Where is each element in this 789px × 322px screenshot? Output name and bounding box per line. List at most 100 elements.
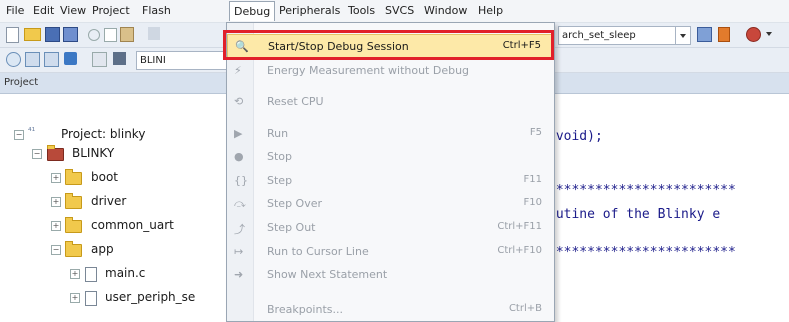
reset-cpu-icon: ⟲ — [234, 95, 244, 108]
expand-icon[interactable]: + — [51, 173, 61, 183]
menu-item-show-next-statement[interactable]: ➜ Show Next Statement — [227, 263, 554, 287]
tree-node-label: user_periph_se — [105, 290, 196, 304]
target-folder-icon — [47, 145, 64, 161]
chevron-down-icon[interactable] — [766, 32, 772, 36]
project-icon: ⁴¹ — [28, 127, 36, 137]
menu-tools[interactable]: Tools — [348, 4, 375, 17]
expand-icon[interactable]: + — [51, 197, 61, 207]
translate-icon[interactable] — [6, 52, 21, 67]
menu-item-label: Energy Measurement without Debug — [267, 64, 470, 77]
run-to-cursor-icon: ↦ — [234, 245, 244, 258]
menu-item-run-to-cursor-line[interactable]: ↦ Run to Cursor Line Ctrl+F10 — [227, 240, 554, 264]
step-out-icon: ⤴ — [234, 223, 245, 236]
batch-build-icon[interactable] — [92, 52, 107, 67]
collapse-icon[interactable]: − — [14, 130, 24, 140]
menu-item-step-over[interactable]: ⤼ Step Over F10 — [227, 192, 554, 216]
project-panel-header: Project — [0, 73, 230, 94]
project-panel-title: Project — [4, 77, 39, 88]
find-combo-dropdown[interactable] — [675, 26, 691, 45]
expand-icon[interactable]: + — [70, 269, 80, 279]
file-icon — [85, 291, 97, 306]
find-combo[interactable]: arch_set_sleep — [558, 26, 676, 45]
menu-item-label: Reset CPU — [267, 95, 324, 108]
tree-node-label: driver — [91, 194, 127, 208]
project-tree: − ⁴¹ Project: blinky − BLINKY + boot + d… — [0, 94, 230, 320]
rebuild-icon[interactable] — [44, 52, 59, 67]
menu-item-shortcut: F5 — [529, 127, 542, 138]
step-over-icon: ⤼ — [234, 197, 246, 210]
download-icon[interactable] — [64, 52, 77, 65]
menu-flash[interactable]: Flash — [142, 4, 171, 17]
menu-item-label: Run — [267, 127, 289, 140]
menu-window[interactable]: Window — [424, 4, 467, 17]
expand-icon[interactable]: + — [70, 293, 80, 303]
menu-item-step-out[interactable]: ⤴ Step Out Ctrl+F11 — [227, 216, 554, 240]
menu-item-label: Run to Cursor Line — [267, 245, 369, 258]
cut-icon[interactable] — [88, 29, 100, 41]
menu-view[interactable]: View — [60, 4, 86, 17]
code-line: putine of the Blinky e — [548, 207, 721, 222]
build-icon[interactable] — [25, 52, 40, 67]
menu-item-label: Step Over — [267, 197, 322, 210]
menu-item-shortcut: F11 — [523, 174, 542, 185]
highlight-callout — [223, 30, 554, 60]
collapse-icon[interactable]: − — [32, 149, 42, 159]
menu-project[interactable]: Project — [92, 4, 130, 17]
menu-item-label: Stop — [267, 150, 293, 163]
menu-item-breakpoints[interactable]: Breakpoints... Ctrl+B — [227, 298, 554, 322]
paste-icon[interactable] — [120, 27, 134, 42]
menu-svcs[interactable]: SVCS — [385, 4, 414, 17]
code-line: ************************ — [548, 183, 736, 198]
code-line: ************************ — [548, 245, 736, 260]
menu-item-shortcut: Ctrl+B — [508, 303, 542, 314]
code-line: (void); — [548, 129, 603, 144]
menu-debug[interactable]: Debug — [229, 1, 276, 21]
menu-file[interactable]: File — [6, 4, 24, 17]
tree-node-label: app — [91, 242, 114, 256]
next-statement-icon: ➜ — [234, 268, 244, 281]
target-options-icon[interactable] — [113, 52, 126, 65]
incremental-find-icon[interactable] — [718, 27, 730, 42]
tree-node-label: BLINKY — [72, 146, 115, 160]
file-icon — [85, 267, 97, 282]
menu-peripherals[interactable]: Peripherals — [279, 4, 340, 17]
step-icon: {} — [234, 174, 248, 187]
debug-menu: 🔍 Start/Stop Debug Session Ctrl+F5 ⚡ Ene… — [226, 22, 555, 322]
menu-item-reset-cpu[interactable]: ⟲ Reset CPU — [227, 90, 554, 114]
energy-icon: ⚡ — [234, 64, 242, 77]
menu-edit[interactable]: Edit — [33, 4, 54, 17]
save-all-icon[interactable] — [63, 27, 78, 42]
open-folder-icon[interactable] — [24, 28, 41, 41]
menu-bar: File Edit View Project Flash Debug Perip… — [0, 0, 789, 23]
tree-node-label: Project: blinky — [61, 127, 146, 141]
menu-help[interactable]: Help — [478, 4, 503, 17]
menu-item-run[interactable]: ▶ Run F5 — [227, 122, 554, 146]
tree-node-label: boot — [91, 170, 119, 184]
menu-item-label: Step Out — [267, 221, 316, 234]
stop-icon: ● — [234, 150, 244, 163]
run-icon: ▶ — [234, 127, 243, 140]
target-combo[interactable]: BLINI — [136, 51, 227, 70]
menu-item-stop[interactable]: ● Stop — [227, 145, 554, 169]
menu-item-label: Step — [267, 174, 293, 187]
menu-item-label: Breakpoints... — [267, 303, 343, 316]
debug-icon[interactable] — [746, 27, 761, 42]
collapse-icon[interactable]: − — [51, 245, 61, 255]
expand-icon[interactable]: + — [51, 221, 61, 231]
find-in-files-icon[interactable] — [697, 27, 712, 42]
menu-item-step[interactable]: {} Step F11 — [227, 169, 554, 193]
new-file-icon[interactable] — [6, 27, 19, 43]
menu-item-energy-measurement[interactable]: ⚡ Energy Measurement without Debug — [227, 59, 554, 83]
menu-item-shortcut: Ctrl+F10 — [497, 245, 542, 256]
folder-icon — [65, 193, 82, 209]
menu-item-shortcut: Ctrl+F11 — [497, 221, 542, 232]
folder-icon — [65, 169, 82, 185]
tree-node-label: main.c — [105, 266, 146, 280]
menu-item-label: Show Next Statement — [267, 268, 388, 281]
open-folder-icon — [65, 241, 82, 257]
menu-item-shortcut: F10 — [523, 197, 542, 208]
tree-node-label: common_uart — [91, 218, 174, 232]
save-icon[interactable] — [45, 27, 60, 42]
undo-icon[interactable] — [148, 27, 160, 40]
copy-icon[interactable] — [104, 28, 117, 42]
